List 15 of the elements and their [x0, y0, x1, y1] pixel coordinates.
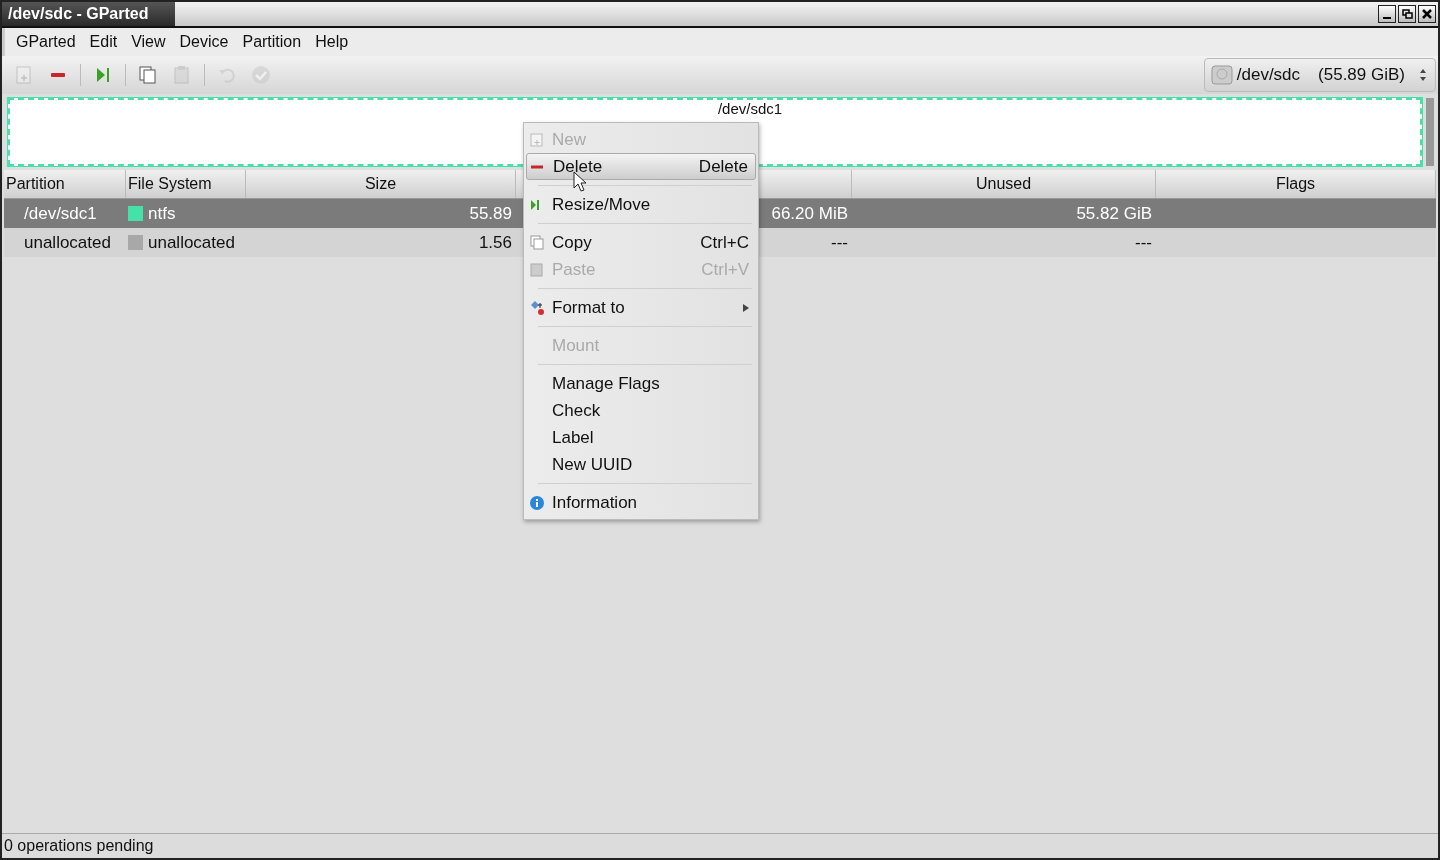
device-name: /dev/sdc — [1236, 65, 1301, 85]
table-cell: ntfs — [148, 203, 176, 224]
table-cell: --- — [1135, 232, 1152, 253]
table-cell: /dev/sdc1 — [24, 203, 97, 224]
table-cell: 55.89 — [469, 203, 512, 224]
table-cell: unallocated — [24, 232, 111, 253]
table-cell: 55.82 GiB — [1076, 203, 1152, 224]
partition-label: /dev/sdc1 — [717, 100, 783, 119]
table-cell: 1.56 — [478, 232, 512, 253]
status-text: 0 operations pending — [4, 837, 154, 855]
table-cell: 66.20 MiB — [771, 203, 848, 224]
device-size: (55.89 GiB) — [1318, 65, 1405, 85]
table-cell: --- — [831, 232, 848, 253]
window-title: /dev/sdc - GParted — [2, 2, 175, 26]
table-cell: unallocated — [148, 232, 235, 253]
